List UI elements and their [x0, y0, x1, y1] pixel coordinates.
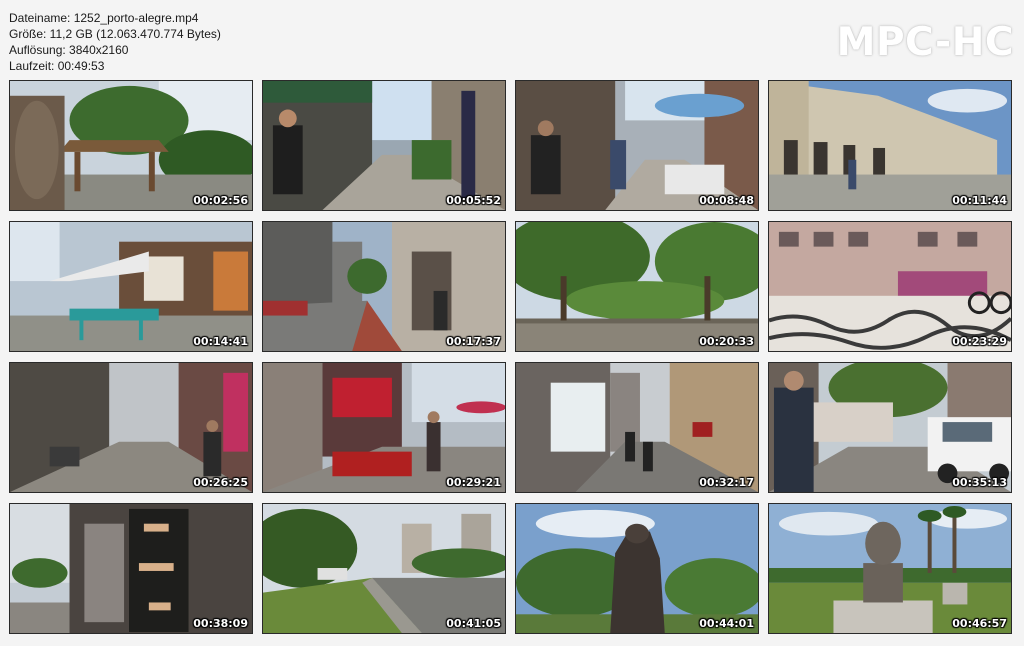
timestamp: 00:17:37	[446, 335, 501, 348]
thumbnail-image	[769, 81, 1011, 210]
thumbnail[interactable]: 00:05:52	[262, 80, 506, 211]
timestamp: 00:26:25	[193, 476, 248, 489]
thumbnail-image	[769, 363, 1011, 492]
file-duration: Laufzeit: 00:49:53	[9, 59, 105, 73]
thumbnail[interactable]: 00:44:01	[515, 503, 759, 634]
thumbnail-image	[516, 81, 758, 210]
timestamp: 00:38:09	[193, 617, 248, 630]
thumbnail[interactable]: 00:23:29	[768, 221, 1012, 352]
thumbnail[interactable]: 00:17:37	[262, 221, 506, 352]
timestamp: 00:46:57	[952, 617, 1007, 630]
thumbnail[interactable]: 00:11:44	[768, 80, 1012, 211]
timestamp: 00:41:05	[446, 617, 501, 630]
thumbnail-image	[516, 222, 758, 351]
timestamp: 00:02:56	[193, 194, 248, 207]
thumbnail[interactable]: 00:02:56	[9, 80, 253, 211]
thumbnail[interactable]: 00:20:33	[515, 221, 759, 352]
thumbnail-image	[10, 81, 252, 210]
thumbnail[interactable]: 00:26:25	[9, 362, 253, 493]
thumbnail-image	[10, 363, 252, 492]
thumbnail-image	[263, 504, 505, 633]
file-info-panel: Dateiname: 1252_porto-alegre.mp4 Größe: …	[9, 10, 221, 74]
timestamp: 00:20:33	[699, 335, 754, 348]
thumbnail-image	[769, 504, 1011, 633]
file-resolution: Auflösung: 3840x2160	[9, 43, 129, 57]
thumbnail-image	[10, 504, 252, 633]
thumbnail-image	[263, 363, 505, 492]
timestamp: 00:35:13	[952, 476, 1007, 489]
timestamp: 00:29:21	[446, 476, 501, 489]
thumbnail[interactable]: 00:08:48	[515, 80, 759, 211]
timestamp: 00:23:29	[952, 335, 1007, 348]
thumbnail[interactable]: 00:41:05	[262, 503, 506, 634]
thumbnail-image	[10, 222, 252, 351]
timestamp: 00:14:41	[193, 335, 248, 348]
timestamp: 00:11:44	[952, 194, 1007, 207]
timestamp: 00:08:48	[699, 194, 754, 207]
timestamp: 00:32:17	[699, 476, 754, 489]
thumbnail-image	[263, 81, 505, 210]
thumbnail-image	[769, 222, 1011, 351]
thumbnail-image	[516, 504, 758, 633]
thumbnail[interactable]: 00:38:09	[9, 503, 253, 634]
thumbnail[interactable]: 00:29:21	[262, 362, 506, 493]
file-size: Größe: 11,2 GB (12.063.470.774 Bytes)	[9, 27, 221, 41]
thumbnail-image	[516, 363, 758, 492]
file-name: Dateiname: 1252_porto-alegre.mp4	[9, 11, 199, 25]
thumbnail[interactable]: 00:35:13	[768, 362, 1012, 493]
mpc-hc-logo: MPC-HC	[836, 20, 1014, 65]
thumbnail[interactable]: 00:32:17	[515, 362, 759, 493]
timestamp: 00:44:01	[699, 617, 754, 630]
thumbnail-grid: 00:02:56 00:05:52 00:08:48 00:11:44 00:1…	[9, 80, 1012, 634]
thumbnail-image	[263, 222, 505, 351]
thumbnail[interactable]: 00:46:57	[768, 503, 1012, 634]
timestamp: 00:05:52	[446, 194, 501, 207]
thumbnail[interactable]: 00:14:41	[9, 221, 253, 352]
